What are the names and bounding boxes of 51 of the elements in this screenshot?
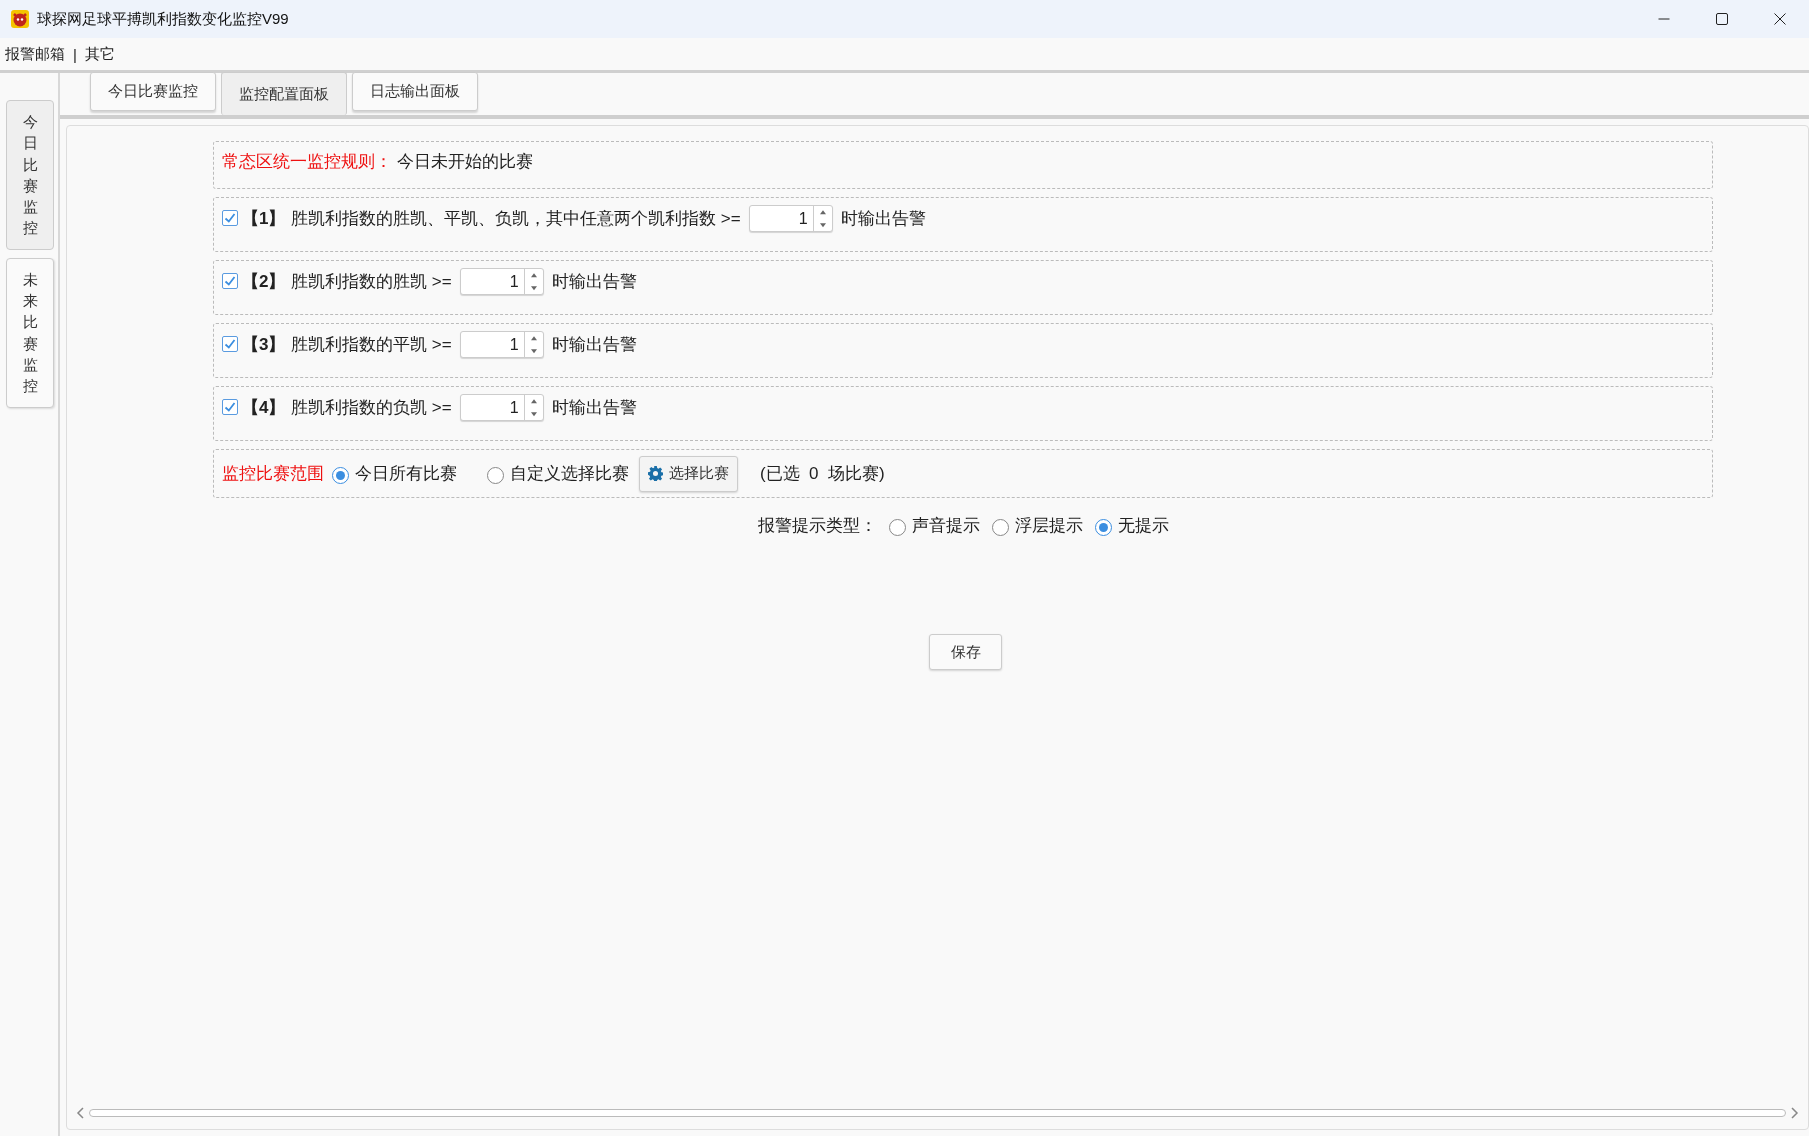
radio-label[interactable]: 无提示 xyxy=(1117,514,1169,537)
save-button[interactable]: 保存 xyxy=(929,634,1002,670)
rule-suffix: 时输出告警 xyxy=(840,208,926,230)
side-tab[interactable]: 未来比赛监控 xyxy=(6,257,54,408)
gear-icon xyxy=(648,466,663,481)
checkbox[interactable] xyxy=(222,399,238,415)
menu-item[interactable]: 报警邮箱 xyxy=(5,44,65,64)
maximize-icon xyxy=(1716,13,1728,25)
number-spinner[interactable]: 1 xyxy=(748,205,833,232)
number-spinner[interactable]: 1 xyxy=(459,331,544,358)
scope-label: 监控比赛范围 xyxy=(222,463,324,485)
menu-separator: | xyxy=(73,45,77,63)
rule-text: 胜凯利指数的胜凯 >= xyxy=(291,271,452,293)
horizontal-scrollbar[interactable] xyxy=(75,1105,1800,1121)
rule-number: 【1】 xyxy=(242,208,286,230)
checkbox[interactable] xyxy=(222,336,238,352)
radio-button[interactable] xyxy=(332,466,349,484)
rule-number: 【4】 xyxy=(242,397,286,419)
radio-button[interactable] xyxy=(1094,518,1112,536)
radio-button[interactable] xyxy=(991,518,1009,536)
radio-label[interactable]: 自定义选择比赛 xyxy=(510,462,629,485)
rule-text: 胜凯利指数的平凯 >= xyxy=(291,334,452,356)
rule-number: 【3】 xyxy=(242,334,286,356)
checkbox[interactable] xyxy=(222,273,238,289)
tab[interactable]: 监控配置面板 xyxy=(221,72,347,115)
rule-value: 今日未开始的比赛 xyxy=(397,151,533,173)
side-tab[interactable]: 今日比赛监控 xyxy=(6,100,54,250)
rule-suffix: 时输出告警 xyxy=(551,334,637,356)
select-matches-button[interactable]: 选择比赛 xyxy=(639,455,738,492)
window-title: 球探网足球平搏凯利指数变化监控V99 xyxy=(37,9,290,29)
rule-text: 胜凯利指数的负凯 >= xyxy=(291,397,452,419)
selected-count: (已选 0 场比赛) xyxy=(760,463,885,485)
rule-label: 常态区统一监控规则： xyxy=(222,151,392,173)
alarm-type-label: 报警提示类型： xyxy=(757,515,877,537)
radio-label[interactable]: 声音提示 xyxy=(911,514,980,537)
rule-suffix: 时输出告警 xyxy=(551,397,637,419)
number-spinner[interactable]: 1 xyxy=(459,268,544,295)
tab[interactable]: 今日比赛监控 xyxy=(90,72,216,111)
close-icon xyxy=(1774,13,1786,25)
radio-label[interactable]: 浮层提示 xyxy=(1014,514,1083,537)
number-spinner[interactable]: 1 xyxy=(459,394,544,421)
radio-label[interactable]: 今日所有比赛 xyxy=(355,462,457,485)
tab[interactable]: 日志输出面板 xyxy=(352,72,478,111)
rule-text: 胜凯利指数的胜凯、平凯、负凯，其中任意两个凯利指数 >= xyxy=(291,208,741,230)
radio-button[interactable] xyxy=(888,518,906,536)
radio-button[interactable] xyxy=(487,466,504,484)
app-icon xyxy=(11,10,29,28)
rule-suffix: 时输出告警 xyxy=(551,271,637,293)
rule-number: 【2】 xyxy=(242,271,286,293)
menu-item[interactable]: 其它 xyxy=(84,44,115,64)
checkbox[interactable] xyxy=(222,210,238,226)
